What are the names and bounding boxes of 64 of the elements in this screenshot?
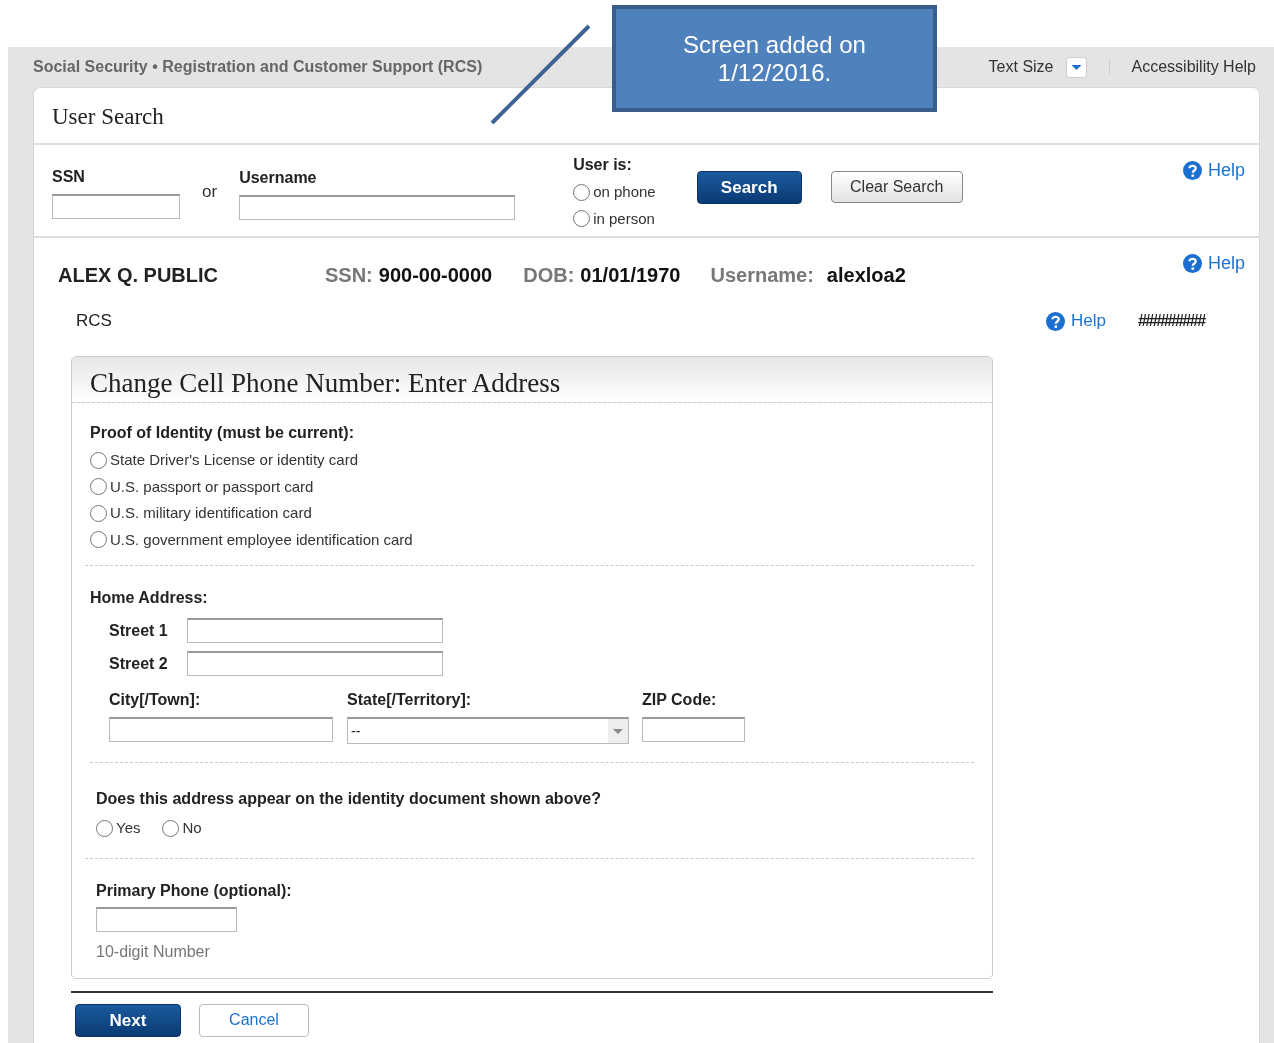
field-value: 01/01/1970: [580, 263, 681, 288]
option-label: No: [182, 818, 202, 838]
radio-button[interactable]: [90, 531, 107, 549]
username-field[interactable]: [239, 195, 516, 220]
field-value: 900-00-0000: [378, 263, 493, 288]
help-link[interactable]: Help: [1046, 308, 1106, 334]
ssn-field[interactable]: [52, 194, 180, 219]
breadcrumb-text: RCS: [76, 310, 113, 333]
option-label: U.S. military identification card: [110, 503, 312, 523]
radio-button[interactable]: [573, 183, 591, 201]
field-value: alexloa2: [826, 263, 906, 288]
help-link[interactable]: Help: [1182, 157, 1245, 184]
street-field[interactable]: [187, 618, 443, 643]
option-label: on phone: [593, 182, 656, 202]
user-name: ALEX Q. PUBLIC: [58, 263, 219, 288]
option-label: U.S. passport or passport card: [110, 476, 314, 497]
masked-value: #########: [1137, 311, 1205, 331]
next-button[interactable]: Next: [75, 1003, 181, 1037]
radio-button[interactable]: [90, 451, 107, 469]
form-title: Change Cell Phone Number: Enter Address: [72, 357, 992, 403]
field-label: Username:: [710, 263, 814, 288]
radio-button[interactable]: [90, 504, 107, 522]
option-label: in person: [593, 208, 655, 229]
field-label: Street 1: [109, 620, 169, 641]
street-field[interactable]: [187, 651, 443, 676]
option-label: Yes: [116, 818, 141, 838]
state-select[interactable]: --: [347, 717, 629, 744]
radio-button[interactable]: [162, 819, 180, 837]
radio-button[interactable]: [96, 819, 113, 837]
field-label: ZIP Code:: [642, 690, 718, 710]
search-button[interactable]: Search: [696, 171, 802, 204]
section-title: User Search: [34, 88, 1259, 145]
radio-button[interactable]: [90, 478, 107, 496]
field-label: State[/Territory]:: [347, 690, 473, 710]
field-label: SSN:: [325, 263, 373, 288]
hint-text: 10-digit Number: [96, 941, 211, 962]
option-label: State Driver's License or identity card: [110, 450, 358, 470]
field-label: SSN: [52, 167, 86, 187]
radio-button[interactable]: [573, 210, 591, 228]
city-field[interactable]: [109, 717, 333, 742]
field-label: Primary Phone (optional):: [96, 880, 293, 901]
help-icon: [1046, 311, 1065, 331]
help-icon: [1182, 161, 1202, 180]
zip-field[interactable]: [642, 717, 745, 742]
field-label: User is:: [573, 155, 633, 175]
help-icon: [1182, 254, 1202, 273]
field-label: Home Address:: [90, 588, 209, 608]
cancel-button[interactable]: Cancel: [199, 1003, 309, 1037]
site-title: Social Security • Registration and Customer Support (RCS): [33, 57, 483, 77]
option-label: U.S. government employee identification card: [110, 529, 413, 550]
field-label: Username: [239, 168, 318, 188]
text-size-label: Text Size: [988, 57, 1054, 77]
field-label: Street 2: [109, 653, 169, 674]
question-text: Does this address appear on the identity document shown above?: [96, 789, 602, 809]
dropdown-icon[interactable]: [1065, 56, 1087, 78]
or-label: or: [202, 181, 218, 203]
help-link[interactable]: Help: [1182, 250, 1245, 277]
accessibility-link[interactable]: Accessibility Help: [1131, 55, 1256, 79]
field-label: DOB:: [523, 263, 575, 288]
clear-search-button[interactable]: Clear Search: [830, 171, 963, 203]
callout-box: Screen added on 1/12/2016.: [612, 5, 937, 112]
field-label: City[/Town]:: [109, 690, 202, 710]
phone-field[interactable]: [96, 906, 237, 932]
field-label: Proof of Identity (must be current):: [90, 423, 355, 443]
